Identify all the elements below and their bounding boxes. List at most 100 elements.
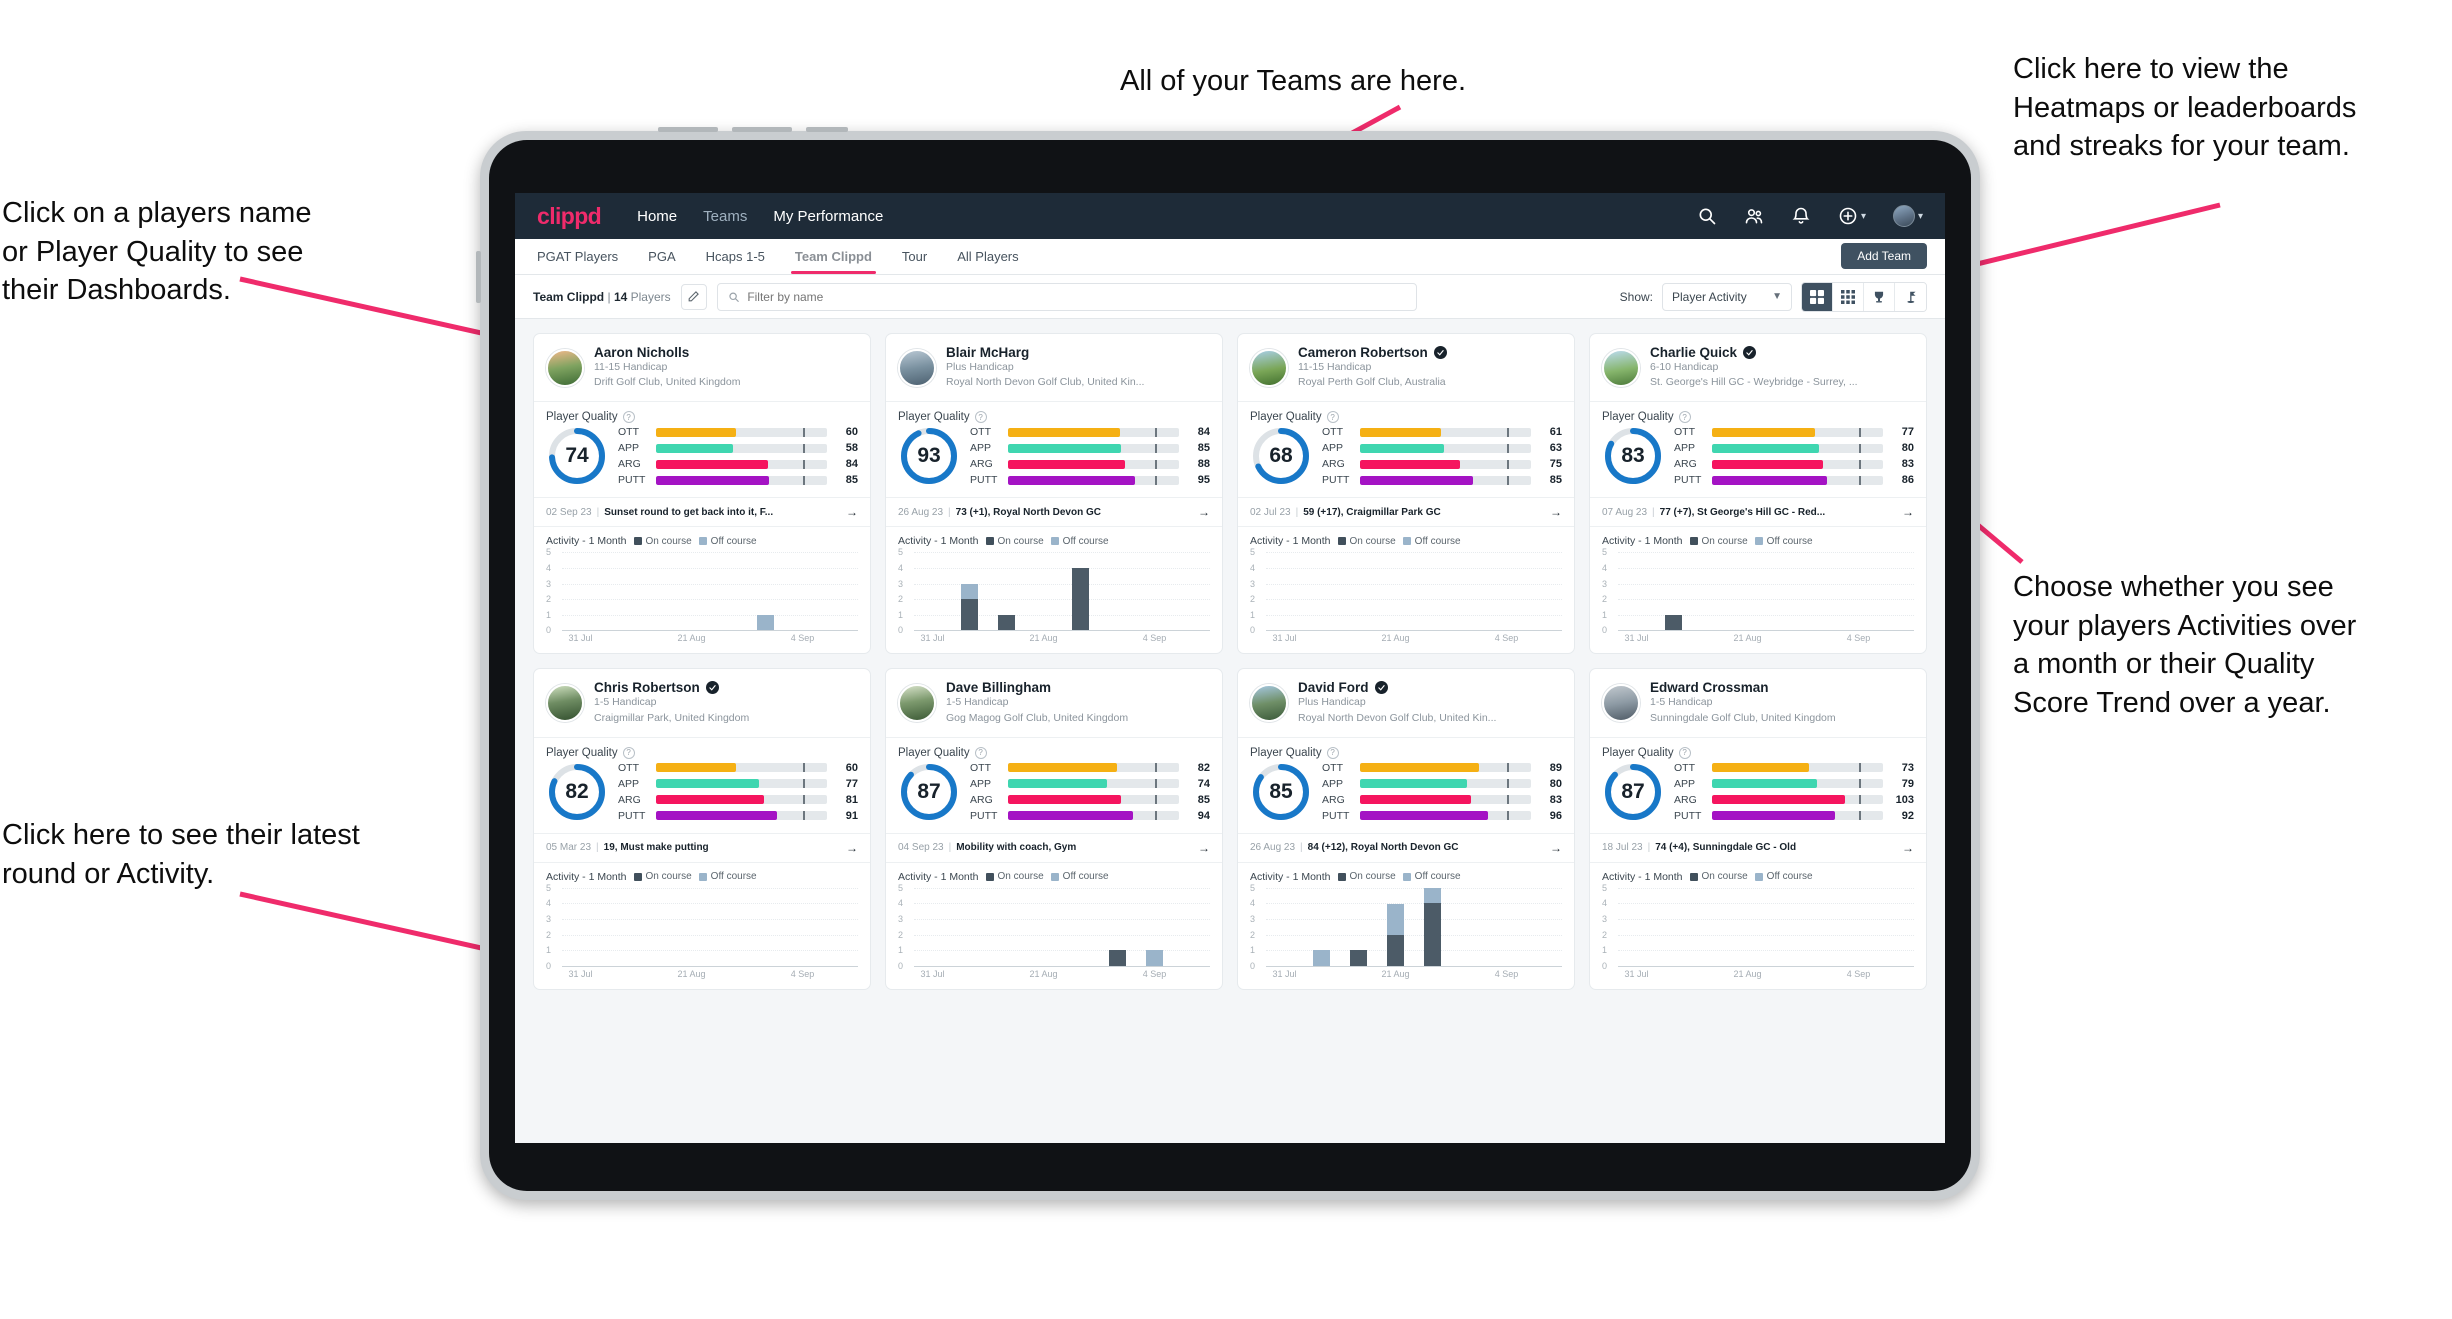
nav-link-my-performance[interactable]: My Performance	[773, 208, 883, 225]
player-card-header[interactable]: Edward Crossman 1-5 Handicap Sunningdale G…	[1590, 669, 1926, 736]
latest-round-row[interactable]: 02 Jul 23 | 59 (+17), Craigmillar Park GC →	[1238, 497, 1574, 526]
nav-link-home[interactable]: Home	[637, 208, 677, 225]
player-card[interactable]: Charlie Quick 6-10 Handicap St. George's H…	[1589, 333, 1927, 655]
player-name[interactable]: Aaron Nicholls	[594, 345, 689, 360]
arrow-right-icon[interactable]: →	[1198, 505, 1210, 519]
arrow-right-icon[interactable]: →	[1902, 841, 1914, 855]
tab-team-clippd[interactable]: Team Clippd	[790, 240, 876, 274]
metric-value: 85	[1197, 442, 1210, 455]
latest-round-row[interactable]: 26 Aug 23 | 73 (+1), Royal North Devon GC →	[886, 497, 1222, 526]
player-name-row[interactable]: Charlie Quick	[1650, 345, 1858, 360]
player-card[interactable]: Dave Billingham 1-5 Handicap Gog Magog Gol…	[885, 668, 1223, 990]
player-quality-section[interactable]: Player Quality? 82 OTT 60 APP 77 ARG 81 PUTT 91	[534, 736, 870, 833]
player-name[interactable]: Chris Robertson	[594, 680, 700, 695]
avatar[interactable]	[898, 348, 936, 387]
player-card[interactable]: Blair McHarg Plus Handicap Royal North Dev…	[885, 333, 1223, 655]
add-team-button[interactable]: Add Team	[1841, 243, 1927, 269]
nav-link-teams[interactable]: Teams	[703, 208, 747, 225]
player-name[interactable]: Dave Billingham	[946, 680, 1051, 695]
player-card[interactable]: Cameron Robertson 11-15 Handicap Royal Per…	[1237, 333, 1575, 655]
help-icon[interactable]: ?	[1326, 411, 1339, 424]
tab-hcaps-1-5[interactable]: Hcaps 1-5	[706, 240, 765, 273]
avatar[interactable]	[1892, 205, 1915, 227]
player-quality-section[interactable]: Player Quality? 87 OTT 73 APP 79 ARG 103 PUTT 92	[1590, 736, 1926, 833]
latest-round-row[interactable]: 02 Sep 23 | Sunset round to get back into …	[534, 497, 870, 526]
player-quality-section[interactable]: Player Quality? 93 OTT 84 APP 85 ARG 88 PUTT 95	[886, 401, 1222, 497]
player-quality-section[interactable]: Player Quality? 83 OTT 77 APP 80 ARG 83 PUTT 86	[1590, 401, 1926, 497]
player-card-header[interactable]: Chris Robertson 1-5 Handicap Craigmillar P…	[534, 669, 870, 736]
player-card[interactable]: Chris Robertson 1-5 Handicap Craigmillar P…	[533, 668, 871, 990]
tab-all-players[interactable]: All Players	[957, 240, 1018, 273]
grid-small-icon[interactable]	[1833, 282, 1864, 311]
player-name[interactable]: Edward Crossman	[1650, 680, 1769, 695]
player-name-row[interactable]: Cameron Robertson	[1298, 345, 1447, 360]
player-quality-section[interactable]: Player Quality? 68 OTT 61 APP 63 ARG 75 PUTT 85	[1238, 401, 1574, 497]
player-name-row[interactable]: David Ford	[1298, 680, 1496, 695]
avatar[interactable]	[1250, 348, 1288, 387]
player-quality-section[interactable]: Player Quality? 85 OTT 89 APP 80 ARG 83 PUTT 96	[1238, 736, 1574, 833]
player-card-header[interactable]: David Ford Plus Handicap Royal North Devon…	[1238, 669, 1574, 736]
add-menu[interactable]: ▾	[1838, 206, 1866, 226]
help-icon[interactable]: ?	[974, 411, 987, 424]
arrow-right-icon[interactable]: →	[1902, 505, 1914, 519]
help-icon[interactable]: ?	[1678, 746, 1691, 759]
player-card-header[interactable]: Aaron Nicholls 11-15 Handicap Drift Golf C…	[534, 334, 870, 401]
avatar[interactable]	[898, 684, 936, 723]
flag-icon[interactable]	[1895, 282, 1926, 311]
help-icon[interactable]: ?	[1678, 411, 1691, 424]
player-name[interactable]: Charlie Quick	[1650, 345, 1737, 360]
avatar[interactable]	[546, 684, 584, 723]
arrow-right-icon[interactable]: →	[846, 841, 858, 855]
player-card[interactable]: Aaron Nicholls 11-15 Handicap Drift Golf C…	[533, 333, 871, 655]
latest-round-row[interactable]: 05 Mar 23 | 19, Must make putting →	[534, 832, 870, 862]
show-select[interactable]: Player Activity ▼	[1662, 282, 1792, 311]
tab-tour[interactable]: Tour	[902, 240, 927, 273]
player-name-row[interactable]: Edward Crossman	[1650, 680, 1836, 695]
plus-circle-icon[interactable]	[1838, 206, 1858, 226]
trophy-icon[interactable]	[1864, 282, 1895, 311]
edit-team-button[interactable]	[680, 283, 707, 310]
arrow-right-icon[interactable]: →	[846, 505, 858, 519]
search-icon[interactable]	[1697, 206, 1717, 226]
arrow-right-icon[interactable]: →	[1550, 505, 1562, 519]
avatar[interactable]	[1250, 684, 1288, 723]
latest-round-row[interactable]: 04 Sep 23 | Mobility with coach, Gym →	[886, 832, 1222, 862]
player-card-header[interactable]: Dave Billingham 1-5 Handicap Gog Magog Gol…	[886, 669, 1222, 736]
player-card-header[interactable]: Blair McHarg Plus Handicap Royal North Dev…	[886, 334, 1222, 401]
arrow-right-icon[interactable]: →	[1550, 841, 1562, 855]
arrow-right-icon[interactable]: →	[1198, 841, 1210, 855]
search-field-wrapper[interactable]	[716, 282, 1417, 311]
help-icon[interactable]: ?	[974, 746, 987, 759]
player-name-row[interactable]: Dave Billingham	[946, 680, 1128, 695]
people-icon[interactable]	[1744, 206, 1764, 226]
player-name-row[interactable]: Blair McHarg	[946, 345, 1144, 360]
player-name[interactable]: Blair McHarg	[946, 345, 1029, 360]
help-icon[interactable]: ?	[622, 746, 635, 759]
bell-icon[interactable]	[1791, 206, 1811, 226]
tab-pgat-players[interactable]: PGAT Players	[537, 240, 618, 273]
latest-round-row[interactable]: 26 Aug 23 | 84 (+12), Royal North Devon GC…	[1238, 832, 1574, 862]
player-name-row[interactable]: Chris Robertson	[594, 680, 749, 695]
tab-pga[interactable]: PGA	[648, 240, 675, 273]
help-icon[interactable]: ?	[1326, 746, 1339, 759]
latest-round-row[interactable]: 18 Jul 23 | 74 (+4), Sunningdale GC - Old →	[1590, 832, 1926, 862]
player-quality-section[interactable]: Player Quality? 87 OTT 82 APP 74 ARG 85 PUTT 94	[886, 736, 1222, 833]
quality-metric-row: ARG 83	[1674, 458, 1914, 470]
avatar[interactable]	[1602, 348, 1640, 387]
player-card[interactable]: Edward Crossman 1-5 Handicap Sunningdale G…	[1589, 668, 1927, 990]
player-name[interactable]: David Ford	[1298, 680, 1369, 695]
clippd-logo[interactable]: clippd	[537, 203, 602, 230]
avatar[interactable]	[546, 348, 584, 387]
player-card-header[interactable]: Cameron Robertson 11-15 Handicap Royal Per…	[1238, 334, 1574, 401]
player-card-header[interactable]: Charlie Quick 6-10 Handicap St. George's H…	[1590, 334, 1926, 401]
user-menu[interactable]: ▾	[1892, 205, 1923, 227]
avatar[interactable]	[1602, 684, 1640, 723]
help-icon[interactable]: ?	[622, 411, 635, 424]
player-quality-section[interactable]: Player Quality? 74 OTT 60 APP 58 ARG 84 PUTT 85	[534, 401, 870, 497]
search-input[interactable]	[747, 289, 1406, 304]
player-card[interactable]: David Ford Plus Handicap Royal North Devon…	[1237, 668, 1575, 990]
latest-round-row[interactable]: 07 Aug 23 | 77 (+7), St George's Hill GC -…	[1590, 497, 1926, 526]
player-name[interactable]: Cameron Robertson	[1298, 345, 1428, 360]
player-name-row[interactable]: Aaron Nicholls	[594, 345, 740, 360]
grid-large-icon[interactable]	[1802, 282, 1833, 311]
